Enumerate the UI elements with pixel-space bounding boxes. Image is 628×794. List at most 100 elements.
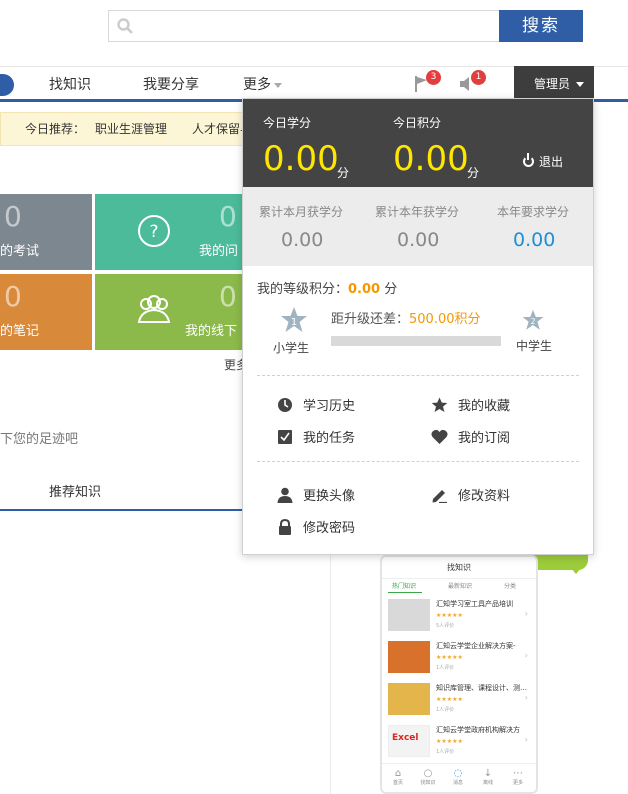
phone-mockup: 找知识 热门知识 最新知识 分类 汇知学习室工具产品培训 ★★★★★ 5人评价 … <box>380 555 538 794</box>
menu-learning-history[interactable]: 学习历史 <box>277 395 355 414</box>
more-icon: ⋯ <box>513 768 523 779</box>
footer-label: 找知识 <box>420 780 436 786</box>
menu-change-avatar[interactable]: 更换头像 <box>277 485 355 504</box>
item-title: 知识库管理、课程设计、测… <box>436 684 527 692</box>
level-progress-bar <box>331 336 501 346</box>
item-title: 汇知云学堂政府机构解决方 <box>436 726 520 734</box>
tile-exams[interactable]: 0 的考试 <box>0 194 92 270</box>
item-stars: ★★★★★ <box>436 696 463 703</box>
item-stars: ★★★★★ <box>436 612 463 619</box>
tab-recommended-label: 推荐知识 <box>49 485 102 500</box>
phone-list-item: 汇知云学堂企业解决方案- ★★★★★ 1人评价 › <box>388 639 530 679</box>
grade-points: 我的等级积分：0.00 分 <box>257 278 397 297</box>
phone-footer: ⌂ 首页 ○ 找知识 ◌ 消息 ↓ 离线 ⋯ 更多 <box>382 763 536 792</box>
today-credit-unit: 分 <box>337 166 350 180</box>
phone-footer-more: ⋯ 更多 <box>506 768 530 786</box>
item-meta: 1人评价 <box>436 665 455 671</box>
tab-recommended[interactable]: 推荐知识 <box>0 476 244 511</box>
tile-label: 我的线下 <box>185 324 238 339</box>
menu-my-tasks[interactable]: 我的任务 <box>277 427 355 446</box>
svg-text:?: ? <box>149 222 158 242</box>
chevron-right-icon: › <box>524 609 528 618</box>
year-credit-label: 累计本年获学分 <box>375 205 460 219</box>
search-icon: ○ <box>423 768 433 779</box>
nav-more-label: 更多 <box>243 77 271 93</box>
current-level-name: 小学生 <box>273 341 310 355</box>
chevron-down-icon <box>274 82 282 88</box>
required-credit-label: 本年要求学分 <box>497 205 570 219</box>
thumbnail: Excel <box>388 725 430 757</box>
column-divider <box>330 555 331 794</box>
flag-badge: 3 <box>426 70 441 85</box>
footer-label: 消息 <box>452 780 463 786</box>
item-meta: 1人评价 <box>436 707 455 713</box>
gap-label: 距升级还差： <box>331 312 410 327</box>
panel-today-summary: 今日学分 0.00 分 今日积分 0.00 分 退出 <box>243 99 593 187</box>
main-nav: 找知识 我要分享 更多 3 1 管理员 <box>0 66 628 103</box>
year-credit-value: 0.00 <box>397 229 440 251</box>
level-star-icon: 2 <box>522 309 544 330</box>
tile-count: 0 <box>219 200 237 233</box>
footer-label: 离线 <box>482 780 493 786</box>
phone-footer-home: ⌂ 首页 <box>386 768 410 786</box>
phone-tab-hot: 热门知识 <box>392 583 417 590</box>
tile-count: 0 <box>4 200 22 233</box>
tile-questions[interactable]: ? 0 我的问 <box>95 194 245 270</box>
star-icon <box>431 397 448 412</box>
menu-change-password[interactable]: 修改密码 <box>277 517 355 536</box>
heart-icon <box>431 429 448 444</box>
question-icon: ? <box>138 215 170 247</box>
tile-offline[interactable]: 0 我的线下 <box>95 274 245 350</box>
item-meta: 5人评价 <box>436 623 455 629</box>
sound-notification[interactable]: 1 <box>459 70 486 93</box>
nav-item-share[interactable]: 我要分享 <box>143 74 199 94</box>
power-icon <box>523 153 534 167</box>
menu-label: 更换头像 <box>303 489 356 504</box>
search-icon <box>117 18 133 34</box>
menu-label: 我的订阅 <box>458 431 511 446</box>
user-dropdown-panel: 今日学分 0.00 分 今日积分 0.00 分 退出 累计本月获学分 0.00 … <box>242 98 594 555</box>
tile-label: 我的问 <box>199 244 239 259</box>
item-meta: 1人评价 <box>436 749 455 755</box>
menu-subscriptions[interactable]: 我的订阅 <box>431 427 510 446</box>
search-button[interactable]: 搜索 <box>499 10 583 42</box>
grade-label: 我的等级积分： <box>257 282 349 297</box>
footer-label: 首页 <box>392 780 403 786</box>
menu-favorites[interactable]: 我的收藏 <box>431 395 510 414</box>
tile-notes[interactable]: 0 的笔记 <box>0 274 92 350</box>
menu-label: 修改资料 <box>458 489 511 504</box>
chevron-down-icon <box>576 82 585 87</box>
flag-notification[interactable]: 3 <box>414 70 441 93</box>
nav-item-more[interactable]: 更多 <box>243 74 282 94</box>
tile-count: 0 <box>219 280 237 313</box>
tile-label: 的考试 <box>0 244 40 259</box>
menu-label: 修改密码 <box>303 521 356 536</box>
logout-button[interactable]: 退出 <box>523 153 563 170</box>
nav-item-find-knowledge[interactable]: 找知识 <box>49 74 91 94</box>
thumbnail <box>388 599 430 631</box>
search-input[interactable] <box>108 10 500 42</box>
item-stars: ★★★★★ <box>436 654 463 661</box>
menu-label: 我的收藏 <box>458 399 511 414</box>
lock-icon <box>279 518 291 535</box>
today-points-unit: 分 <box>467 166 480 180</box>
gap-value: 500.00积分 <box>409 312 481 327</box>
logout-label: 退出 <box>539 155 564 169</box>
user-icon <box>277 487 293 503</box>
divider <box>257 461 579 462</box>
phone-footer-offline: ↓ 离线 <box>476 768 500 786</box>
home-icon: ⌂ <box>394 768 402 779</box>
menu-label: 我的任务 <box>303 431 356 446</box>
phone-footer-message: ◌ 消息 <box>446 768 470 786</box>
panel-cumulative-credits: 累计本月获学分 0.00 累计本年获学分 0.00 本年要求学分 0.00 <box>243 187 593 266</box>
recommend-link-1[interactable]: 职业生涯管理 <box>95 113 167 145</box>
phone-tab-new: 最新知识 <box>448 583 473 590</box>
recommend-bar: 今日推荐： 职业生涯管理 人才保留与 <box>0 112 260 146</box>
month-credit-label: 累计本月获学分 <box>259 205 344 219</box>
chat-icon: ◌ <box>453 768 463 779</box>
next-level-name: 中学生 <box>516 339 553 353</box>
recommend-prefix: 今日推荐： <box>25 122 86 136</box>
today-credit-label: 今日学分 <box>263 116 312 130</box>
nav-home-pill[interactable] <box>0 74 14 96</box>
menu-edit-profile[interactable]: 修改资料 <box>431 485 510 504</box>
